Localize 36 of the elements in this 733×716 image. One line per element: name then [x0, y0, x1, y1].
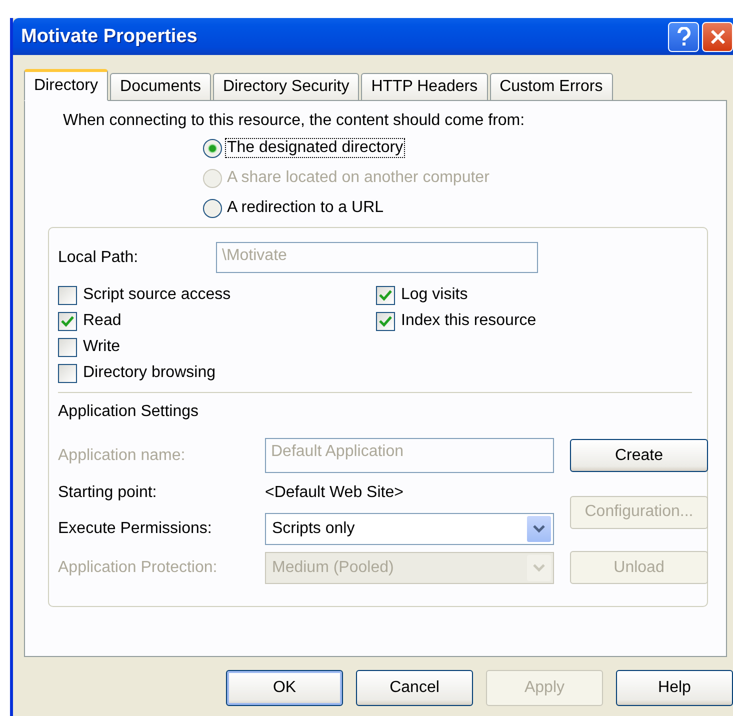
field-label: Execute Permissions:: [58, 520, 213, 538]
section-heading: Application Settings: [58, 402, 200, 422]
value-text: <Default Web Site>: [265, 484, 404, 502]
radio-button[interactable]: [203, 138, 222, 158]
dialog-button[interactable]: Cancel: [356, 670, 473, 706]
field-label: Starting point:: [58, 484, 158, 502]
dialog-button[interactable]: Help: [616, 670, 733, 706]
radio-label[interactable]: A redirection to a URL: [226, 199, 385, 217]
help-icon[interactable]: [668, 22, 699, 52]
dropdown[interactable]: Scripts only: [265, 513, 554, 545]
checkbox[interactable]: [58, 286, 77, 304]
checkbox[interactable]: [376, 286, 395, 304]
checkbox-label[interactable]: Directory browsing: [83, 364, 216, 382]
checkbox-label[interactable]: Read: [83, 312, 122, 330]
dialog-button[interactable]: OK: [226, 670, 343, 706]
field-label: Application name:: [58, 446, 186, 464]
close-icon[interactable]: [702, 22, 733, 52]
tab[interactable]: Custom Errors: [490, 73, 613, 101]
checkbox[interactable]: [58, 338, 77, 356]
checkbox[interactable]: [376, 312, 395, 330]
radio-label[interactable]: The designated directory: [226, 139, 404, 157]
checkbox-label[interactable]: Index this resource: [401, 312, 536, 330]
tab[interactable]: Directory: [24, 69, 108, 101]
radio-button[interactable]: [203, 198, 222, 218]
tab[interactable]: Directory Security: [212, 73, 360, 101]
tab[interactable]: Documents: [110, 73, 211, 101]
checkbox-label[interactable]: Log visits: [401, 286, 468, 304]
checkbox[interactable]: [58, 364, 77, 382]
field-label: Local Path:: [58, 248, 140, 266]
checkbox-label[interactable]: Write: [83, 338, 120, 356]
tab[interactable]: HTTP Headers: [361, 73, 488, 101]
prompt-text: When connecting to this resource, the content should come from:: [62, 111, 526, 131]
window-title: Motivate Properties: [21, 26, 198, 48]
checkbox-label[interactable]: Script source access: [83, 286, 231, 304]
field-label: Application Protection:: [58, 558, 218, 576]
checkbox[interactable]: [58, 312, 77, 330]
